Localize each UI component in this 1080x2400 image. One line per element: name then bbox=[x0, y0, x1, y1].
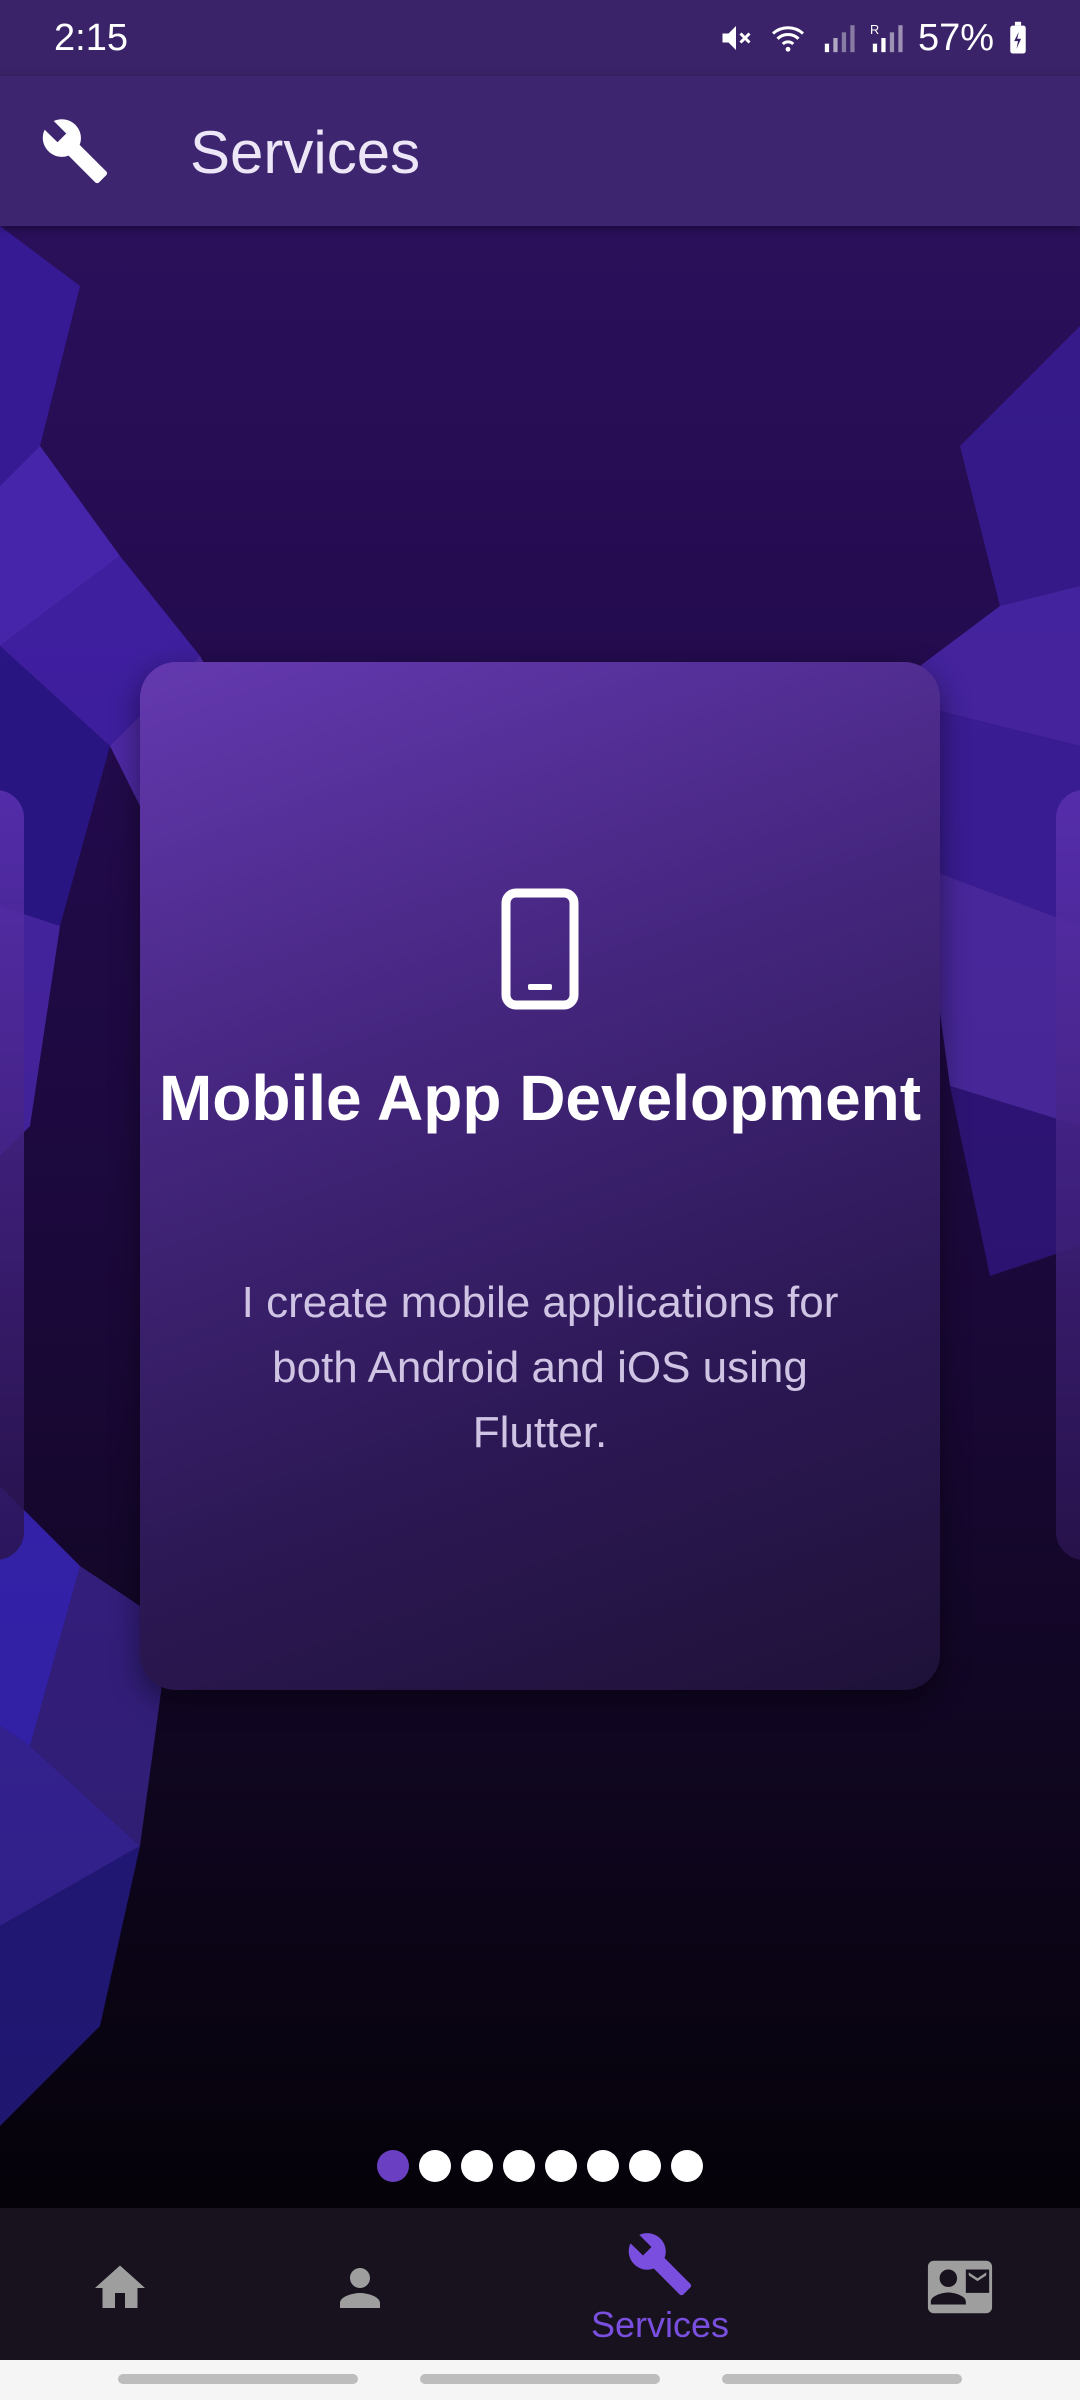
nav-item-contact[interactable] bbox=[910, 2208, 1010, 2360]
service-title: Mobile App Development bbox=[158, 1062, 922, 1134]
svg-text:R: R bbox=[870, 22, 879, 37]
nav-item-profile[interactable] bbox=[310, 2208, 410, 2360]
nav-item-home[interactable] bbox=[70, 2208, 170, 2360]
battery-charging-icon bbox=[1010, 21, 1026, 54]
page-dot[interactable] bbox=[503, 2150, 535, 2182]
gesture-bar-home[interactable] bbox=[420, 2374, 660, 2384]
wifi-icon bbox=[771, 26, 804, 52]
service-card[interactable]: Mobile App Development I create mobile a… bbox=[140, 662, 940, 1690]
page-dot[interactable] bbox=[419, 2150, 451, 2182]
page-dot[interactable] bbox=[629, 2150, 661, 2182]
page-title: Services bbox=[190, 119, 421, 186]
page-dot[interactable] bbox=[545, 2150, 577, 2182]
bottom-navigation: Services bbox=[0, 2208, 1080, 2360]
page-dot[interactable] bbox=[671, 2150, 703, 2182]
gesture-navigation bbox=[0, 2360, 1080, 2400]
status-time: 2:15 bbox=[54, 16, 128, 59]
nav-item-services[interactable]: Services bbox=[560, 2208, 760, 2360]
wrench-icon bbox=[628, 2233, 692, 2296]
status-bar: 2:15 R 57% bbox=[0, 0, 1080, 76]
contact-card-icon bbox=[927, 2260, 993, 2314]
battery-percent: 57% bbox=[917, 16, 994, 59]
home-icon bbox=[95, 2265, 145, 2308]
status-icons: R 57% bbox=[718, 17, 1028, 60]
screen: 2:15 R 57% Services Mobile App Developme… bbox=[0, 0, 1080, 2400]
signal-icon bbox=[824, 25, 855, 53]
page-indicator bbox=[0, 2150, 1080, 2182]
gesture-bar-left[interactable] bbox=[118, 2374, 358, 2384]
page-dot[interactable] bbox=[377, 2150, 409, 2182]
carousel-card-previous[interactable] bbox=[0, 790, 24, 1560]
gesture-bar-right[interactable] bbox=[722, 2374, 962, 2384]
mute-icon bbox=[722, 26, 751, 50]
page-dot[interactable] bbox=[587, 2150, 619, 2182]
carousel-card-next[interactable] bbox=[1056, 790, 1080, 1560]
app-bar: Services bbox=[0, 76, 1080, 226]
page-dot[interactable] bbox=[461, 2150, 493, 2182]
person-icon bbox=[340, 2268, 380, 2308]
nav-label-services: Services bbox=[590, 2304, 730, 2345]
signal-roaming-icon: R bbox=[870, 22, 903, 53]
service-description: I create mobile applications for both An… bbox=[241, 1278, 839, 1457]
wrench-icon bbox=[42, 119, 108, 184]
smartphone-icon bbox=[501, 888, 579, 1010]
